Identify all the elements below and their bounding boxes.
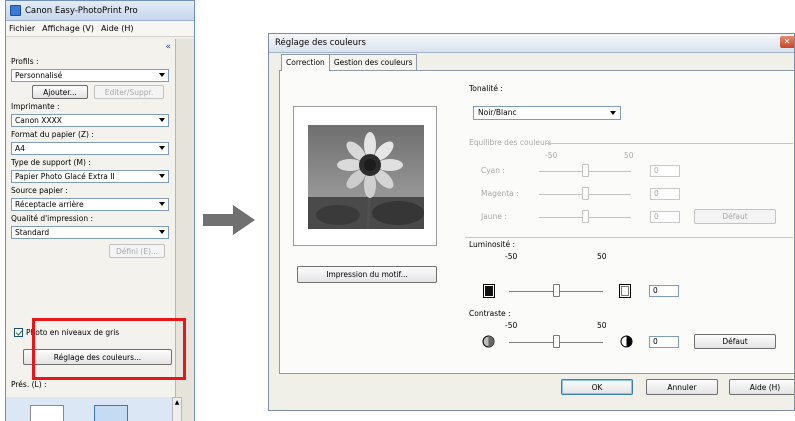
brightness-slider[interactable] bbox=[553, 284, 560, 297]
color-balance-separator bbox=[545, 143, 793, 144]
profile-label: Profils : bbox=[11, 57, 39, 66]
brightness-label: Luminosité : bbox=[469, 240, 515, 249]
paper-size-select[interactable]: A4 bbox=[11, 142, 169, 155]
dialog-tabs: Correction Gestion des couleurs bbox=[281, 54, 418, 71]
chevron-down-icon bbox=[159, 174, 165, 178]
menu-view[interactable]: Affichage (V) bbox=[42, 24, 94, 33]
tone-value: Noir/Blanc bbox=[478, 108, 517, 117]
color-balance-default-button: Défaut bbox=[694, 209, 776, 224]
define-quality-button: Défini (E)... bbox=[109, 244, 165, 258]
chevron-down-icon bbox=[159, 146, 165, 150]
printer-value: Canon XXXX bbox=[15, 116, 62, 125]
chevron-down-icon bbox=[159, 118, 165, 122]
tone-select[interactable]: Noir/Blanc bbox=[473, 106, 621, 120]
balance-scale-max: 50 bbox=[624, 151, 634, 160]
contrast-scale-max: 50 bbox=[597, 321, 607, 330]
preview-frame bbox=[293, 106, 437, 246]
print-quality-value: Standard bbox=[15, 228, 50, 237]
contrast-value-field[interactable]: 0 bbox=[649, 336, 679, 348]
brightness-scale-min: -50 bbox=[505, 252, 518, 261]
brightness-scale-max: 50 bbox=[597, 252, 607, 261]
media-type-value: Papier Photo Glacé Extra II bbox=[15, 172, 115, 181]
chevron-down-icon bbox=[159, 73, 165, 77]
sunflower-preview-image bbox=[308, 125, 424, 229]
high-contrast-icon bbox=[620, 335, 633, 348]
ok-button[interactable]: OK bbox=[561, 379, 633, 395]
low-contrast-icon bbox=[482, 335, 495, 348]
cyan-label: Cyan : bbox=[481, 166, 505, 175]
menu-help[interactable]: Aide (H) bbox=[101, 24, 134, 33]
tab-color-management[interactable]: Gestion des couleurs bbox=[328, 54, 418, 70]
close-icon[interactable]: ✕ bbox=[780, 36, 794, 48]
page-thumbnail[interactable] bbox=[30, 405, 64, 421]
chevron-down-icon bbox=[610, 111, 616, 115]
magenta-label: Magenta : bbox=[481, 189, 519, 198]
grayscale-checkbox[interactable] bbox=[14, 328, 23, 337]
color-adjust-dialog: Réglage des couleurs ✕ Correction Gestio… bbox=[268, 33, 795, 411]
paper-source-label: Source papier : bbox=[11, 186, 68, 195]
print-pattern-button[interactable]: Impression du motif... bbox=[297, 266, 437, 283]
paper-source-select[interactable]: Réceptacle arrière bbox=[11, 198, 169, 211]
highlight-frame bbox=[32, 318, 186, 380]
yellow-slider bbox=[582, 210, 589, 223]
color-balance-label: Equilibre des couleurs bbox=[469, 138, 552, 147]
profile-value: Personnalisé bbox=[15, 71, 63, 80]
tone-label: Tonalité : bbox=[469, 84, 503, 93]
contrast-label: Contraste : bbox=[469, 309, 511, 318]
media-type-label: Type de support (M) : bbox=[11, 158, 91, 167]
paper-size-value: A4 bbox=[15, 144, 25, 153]
page-thumbnail-selected[interactable] bbox=[94, 405, 128, 421]
yellow-label: Jaune : bbox=[481, 212, 507, 221]
right-arrow-icon bbox=[203, 205, 255, 235]
media-type-select[interactable]: Papier Photo Glacé Extra II bbox=[11, 170, 169, 183]
brightness-separator bbox=[465, 237, 793, 238]
chevron-down-icon bbox=[159, 202, 165, 206]
paper-size-label: Format du papier (Z) : bbox=[11, 130, 94, 139]
cancel-button[interactable]: Annuler bbox=[646, 379, 718, 395]
dialog-title: Réglage des couleurs bbox=[275, 38, 366, 48]
chevron-down-icon bbox=[159, 230, 165, 234]
window-title: Canon Easy-PhotoPrint Pro bbox=[25, 5, 138, 16]
preview-label: Prés. (L) : bbox=[11, 380, 47, 389]
collapse-pane-icon[interactable]: « bbox=[165, 42, 171, 52]
magenta-slider bbox=[582, 187, 589, 200]
profile-select[interactable]: Personnalisé bbox=[11, 69, 169, 82]
paper-source-value: Réceptacle arrière bbox=[15, 200, 84, 209]
printer-select[interactable]: Canon XXXX bbox=[11, 114, 169, 127]
cyan-slider bbox=[582, 164, 589, 177]
dialog-title-bar: Réglage des couleurs ✕ bbox=[269, 34, 794, 53]
menu-bar: Fichier Affichage (V) Aide (H) bbox=[6, 21, 194, 37]
contrast-slider[interactable] bbox=[553, 335, 560, 348]
print-quality-select[interactable]: Standard bbox=[11, 226, 169, 239]
tab-correction[interactable]: Correction bbox=[281, 54, 330, 71]
contrast-scale-min: -50 bbox=[505, 321, 518, 330]
app-icon bbox=[10, 5, 21, 16]
help-button[interactable]: Aide (H) bbox=[729, 379, 794, 395]
light-brightness-icon bbox=[619, 284, 631, 298]
printer-label: Imprimante : bbox=[11, 102, 60, 111]
window-title-bar: Canon Easy-PhotoPrint Pro bbox=[6, 1, 194, 21]
thumbnail-scrollbar[interactable]: ▲ bbox=[172, 397, 182, 421]
add-profile-button[interactable]: Ajouter... bbox=[32, 85, 88, 99]
print-quality-label: Qualité d'impression : bbox=[11, 214, 94, 223]
default-button[interactable]: Défaut bbox=[694, 334, 776, 349]
menu-file[interactable]: Fichier bbox=[9, 24, 35, 33]
cyan-value-field: 0 bbox=[650, 165, 680, 177]
magenta-value-field: 0 bbox=[650, 188, 680, 200]
dark-brightness-icon bbox=[483, 284, 495, 298]
brightness-value-field[interactable]: 0 bbox=[649, 285, 679, 297]
yellow-value-field: 0 bbox=[650, 211, 680, 223]
balance-scale-min: -50 bbox=[545, 151, 558, 160]
edit-delete-profile-button: Editer/Suppr. bbox=[94, 85, 164, 99]
scroll-up-icon[interactable]: ▲ bbox=[173, 398, 181, 407]
